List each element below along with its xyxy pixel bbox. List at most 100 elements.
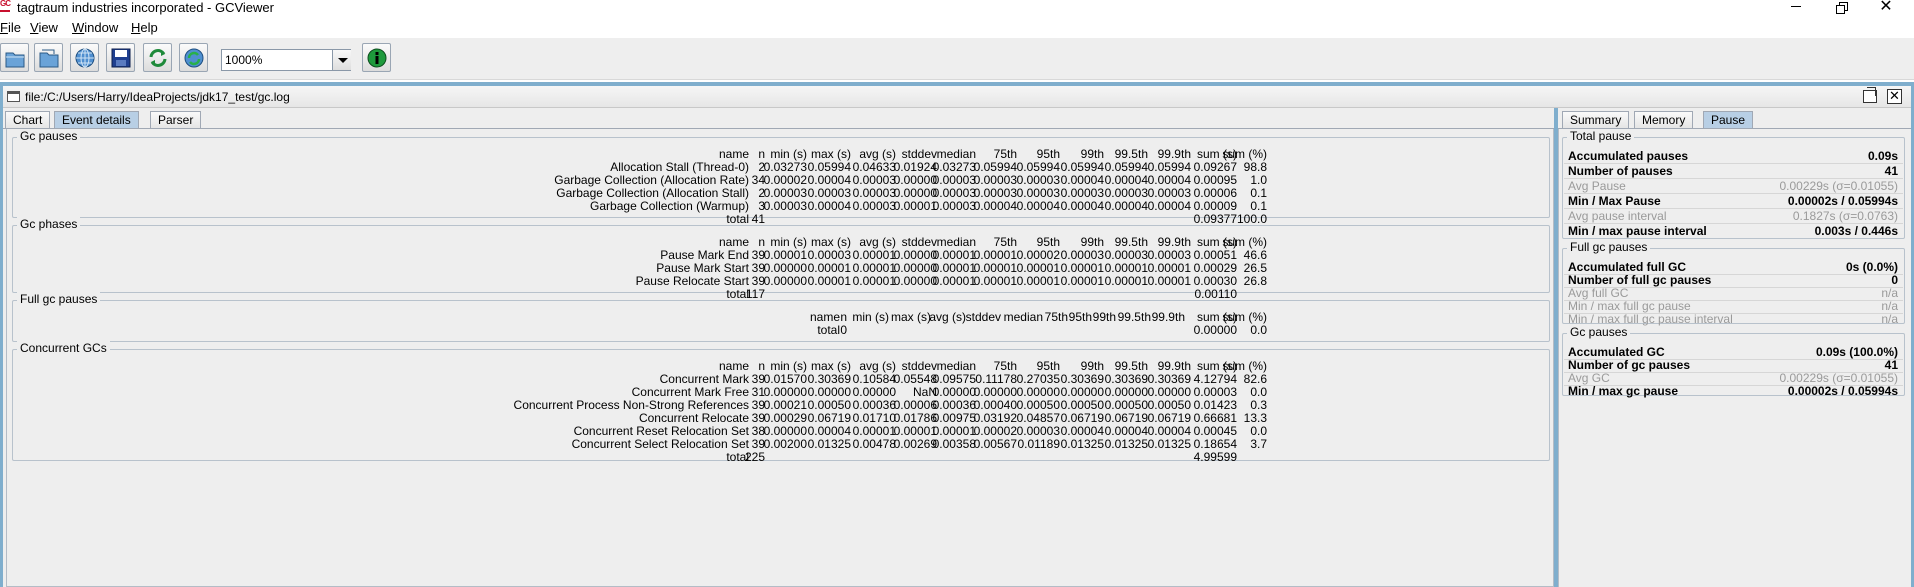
- total-cell-n: 0: [840, 323, 847, 337]
- full-gc-pauses-group: Full gc pauses name n min (s) max (s) avg (s…: [12, 292, 1550, 342]
- cell-median: 0.03273: [932, 160, 976, 174]
- column-header-p99: 99th: [1080, 235, 1104, 249]
- cell-median: 0.00358: [932, 437, 976, 451]
- refresh-button[interactable]: [143, 43, 172, 72]
- group-title: Gc pauses: [1567, 325, 1631, 339]
- cell-sum-s: 4.12794: [1193, 372, 1237, 386]
- cell-sum-pct: 82.6: [1243, 372, 1267, 386]
- cell-p95: 0.00001: [1016, 261, 1060, 275]
- watch-button[interactable]: [179, 43, 208, 72]
- cell-min: 0.00021: [763, 398, 807, 412]
- menu-bar: File View Window Help: [0, 17, 1914, 37]
- open-series-button[interactable]: [34, 43, 63, 72]
- column-header-avg: avg (s): [859, 235, 896, 249]
- column-header-p99: 99th: [1092, 310, 1116, 324]
- cell-p95: 0.00002: [1016, 248, 1060, 262]
- open-url-button[interactable]: [70, 43, 99, 72]
- stat-value: 41: [1884, 358, 1898, 372]
- cell-sum-s: 0.00003: [1193, 385, 1237, 399]
- cell-name: Concurrent Reset Relocation Set: [573, 424, 749, 438]
- tab-event-details[interactable]: Event details: [54, 111, 139, 129]
- cell-min: 0.03273: [763, 160, 807, 174]
- total-cell-sum-s: 4.99599: [1193, 450, 1237, 464]
- column-header-min: min (s): [852, 310, 889, 324]
- cell-avg: 0.00036: [852, 398, 896, 412]
- cell-p99: 0.05994: [1060, 160, 1104, 174]
- export-button[interactable]: [106, 43, 135, 72]
- cell-sum-pct: 0.0: [1250, 424, 1267, 438]
- cell-p995: 0.30369: [1104, 372, 1148, 386]
- group-title: Full gc pauses: [1567, 240, 1651, 254]
- restore-window-icon[interactable]: [1821, 0, 1861, 16]
- zoom-dropdown-arrow-icon[interactable]: [332, 50, 351, 70]
- cell-median: 0.00000: [932, 385, 976, 399]
- zoom-combobox[interactable]: 1000%: [221, 49, 351, 71]
- column-header-stddev: stddev: [901, 235, 937, 249]
- cell-p99: 0.00003: [1060, 186, 1104, 200]
- save-disk-icon: [111, 48, 131, 68]
- cell-p99: 0.00000: [1060, 385, 1104, 399]
- cell-avg: 0.00001: [852, 274, 896, 288]
- stat-label: Accumulated full GC: [1568, 260, 1687, 274]
- cell-sum-pct: 46.6: [1243, 248, 1267, 262]
- cell-p75: 0.11178: [975, 372, 1017, 386]
- cell-max: 0.30369: [807, 372, 851, 386]
- menu-file[interactable]: File: [0, 21, 21, 35]
- stat-label: Accumulated GC: [1568, 345, 1665, 359]
- minimize-icon[interactable]: [1776, 0, 1816, 16]
- total-cell-n: 41: [751, 212, 765, 226]
- event-details-panel: Gc pauses name n min (s) max (s) avg (s) stdd…: [6, 129, 1554, 587]
- stat-label: Min / max gc pause: [1568, 384, 1679, 398]
- group-title: Gc phases: [17, 217, 81, 231]
- cell-p999: 0.00001: [1147, 274, 1191, 288]
- column-header-p75: 75th: [993, 359, 1017, 373]
- stat-value: 0.1827s (σ=0.0763): [1792, 209, 1898, 223]
- full-gc-pauses-summary-group: Full gc pauses Accumulated full GC 0s (0.…: [1562, 240, 1905, 326]
- stat-label: Min / max full gc pause: [1568, 299, 1691, 313]
- menu-view[interactable]: View: [30, 21, 58, 35]
- stat-value: 0.09s (100.0%): [1815, 345, 1898, 359]
- cell-sum-pct: 1.0: [1250, 173, 1267, 187]
- column-header-p99: 99th: [1080, 359, 1104, 373]
- tab-memory[interactable]: Memory: [1634, 111, 1694, 129]
- cell-p995: 0.00050: [1104, 398, 1148, 412]
- cell-min: 0.00000: [763, 261, 807, 275]
- cell-p995: 0.01325: [1104, 437, 1148, 451]
- column-header-avg: avg (s): [859, 147, 896, 161]
- concurrent-gcs-group: Concurrent GCs name n min (s) max (s) avg (s…: [12, 341, 1550, 464]
- column-header-name: name: [718, 359, 749, 373]
- close-window-icon[interactable]: ✕: [1866, 0, 1906, 16]
- total-cell-sum-pct: 100.0: [1236, 212, 1267, 226]
- menu-help[interactable]: Help: [131, 21, 158, 35]
- cell-avg: 0.01710: [852, 411, 896, 425]
- cell-min: 0.00000: [763, 274, 807, 288]
- cell-min: 0.00001: [763, 248, 807, 262]
- info-icon: [367, 48, 387, 68]
- cell-stddev: 0.05548: [893, 372, 937, 386]
- about-button[interactable]: [362, 43, 391, 72]
- cell-name: Concurrent Mark: [659, 372, 749, 386]
- gcviewer-app-icon: GC: [0, 0, 11, 13]
- cell-sum-pct: 26.8: [1243, 274, 1267, 288]
- cell-p95: 0.00003: [1016, 173, 1060, 187]
- tab-chart[interactable]: Chart: [5, 111, 51, 129]
- cell-max: 0.00001: [807, 274, 851, 288]
- cell-sum-s: 0.00029: [1193, 261, 1237, 275]
- cell-p75: 0.00040: [973, 398, 1017, 412]
- cell-p995: 0.00001: [1104, 274, 1148, 288]
- tab-parser[interactable]: Parser: [150, 111, 202, 129]
- tab-pause[interactable]: Pause: [1703, 111, 1754, 129]
- cell-p999: 0.05994: [1147, 160, 1191, 174]
- cell-p95: 0.00050: [1016, 398, 1060, 412]
- frame-restore-icon[interactable]: [1863, 87, 1877, 103]
- cell-p995: 0.06719: [1104, 411, 1148, 425]
- tab-summary[interactable]: Summary: [1562, 111, 1630, 129]
- gc-pauses-summary-group: Gc pauses Accumulated GC 0.09s (100.0%) Nu…: [1562, 325, 1905, 398]
- frame-close-icon[interactable]: ✕: [1887, 89, 1902, 104]
- cell-avg: 0.00003: [852, 186, 896, 200]
- column-header-median: median: [936, 359, 976, 373]
- column-header-n: n: [758, 147, 765, 161]
- cell-sum-pct: 3.7: [1250, 437, 1267, 451]
- open-file-button[interactable]: [0, 43, 29, 72]
- menu-window[interactable]: Window: [72, 21, 118, 35]
